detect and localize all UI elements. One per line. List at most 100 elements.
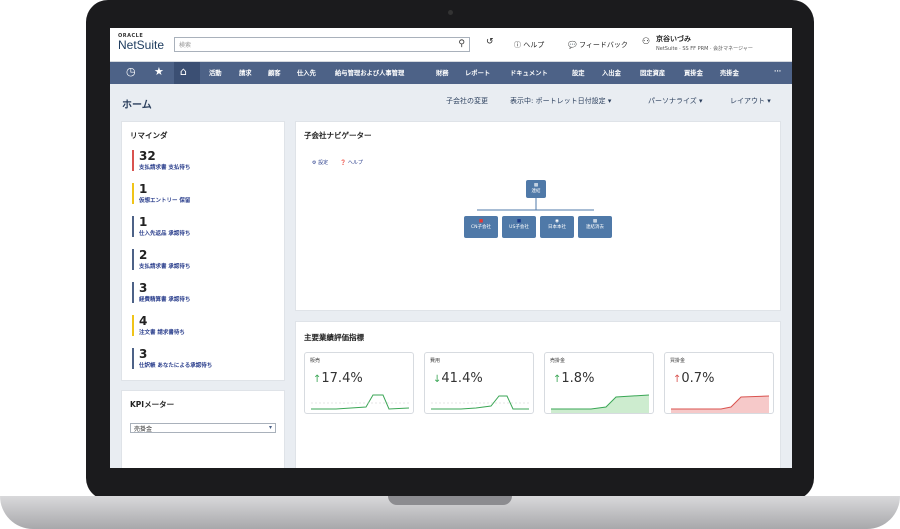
screen: ORACLE NetSuite 検索 ⚲ ↺ ⓘ ヘルプ 💬 フィードバック ⚇… <box>110 28 792 468</box>
nav-item-vendors[interactable]: 仕入先 <box>297 68 316 77</box>
kpi-meter-select[interactable]: 売掛金 ▾ <box>130 423 276 433</box>
personalize-label: パーソナライズ <box>648 97 697 105</box>
home-tab-highlight <box>174 62 200 84</box>
reminder-label: 経費精算書 承認待ち <box>139 297 191 303</box>
reminder-label: 支払請求書 支払待ち <box>139 165 191 171</box>
settings-link[interactable]: ⚙ 設定 <box>312 159 328 166</box>
change-subsidiary-link[interactable]: 子会社の変更 <box>446 96 488 106</box>
kpi-card-sales[interactable]: 販売 ↑17.4% <box>304 352 414 414</box>
feedback-link[interactable]: 💬 フィードバック <box>568 40 628 50</box>
reminder-count: 3 <box>139 281 148 295</box>
kpi-card-value-text: 41.4% <box>441 371 483 386</box>
help-small-label: ヘルプ <box>347 160 363 166</box>
layout-link[interactable]: レイアウト ▾ <box>730 96 771 106</box>
sparkline-receivables <box>551 394 649 413</box>
search-input[interactable]: 検索 ⚲ <box>174 37 470 52</box>
reminder-item[interactable]: 1 仕入先返品 承認待ち <box>132 216 242 237</box>
favorites-star-icon[interactable]: ★ <box>154 65 164 78</box>
reminder-item[interactable]: 1 仮想エントリー 保留 <box>132 183 242 204</box>
portlet-date-setting-label: 表示中: ポートレット日付設定 <box>510 97 606 105</box>
org-node-label: 連結消去 <box>586 225 604 230</box>
nav-item-setup[interactable]: 設定 <box>572 68 585 77</box>
nav-item-financial[interactable]: 財務 <box>436 68 449 77</box>
nav-item-cash[interactable]: 入出金 <box>602 68 621 77</box>
personalize-link[interactable]: パーソナライズ ▾ <box>648 96 703 106</box>
nav-item-payroll-hr[interactable]: 給与管理および人事管理 <box>335 68 404 77</box>
feedback-label: フィードバック <box>578 41 628 49</box>
top-bar: ORACLE NetSuite 検索 ⚲ ↺ ⓘ ヘルプ 💬 フィードバック ⚇… <box>110 28 792 62</box>
kpi-card-payables[interactable]: 買掛金 ↑0.7% <box>664 352 774 414</box>
reminder-item[interactable]: 32 支払請求書 支払待ち <box>132 150 242 171</box>
org-node-elimination[interactable]: ▩ 連結消去 <box>578 216 612 238</box>
user-role: NetSuite · SS FF PRM · 会計マネージャー <box>656 46 753 52</box>
user-switch-icon[interactable]: ⚇ <box>642 37 650 47</box>
portlet-date-setting-link[interactable]: 表示中: ポートレット日付設定 ▾ <box>510 96 611 106</box>
org-node-label: CN子会社 <box>470 225 491 230</box>
logo-netsuite: NetSuite <box>118 38 165 52</box>
page-title: ホーム <box>122 100 152 111</box>
nav-item-customers[interactable]: 顧客 <box>268 68 281 77</box>
org-node-jp[interactable]: ◉ 日本本社 <box>540 216 574 238</box>
kpi-card-label: 買掛金 <box>670 358 686 364</box>
nav-item-reports[interactable]: レポート <box>465 68 490 77</box>
kpi-card-value-text: 1.8% <box>561 371 595 386</box>
reminders-portlet: リマインダ 32 支払請求書 支払待ち 1 仮想エントリー 保留 1 仕入先返品… <box>121 121 285 381</box>
kpi-card-label: 販売 <box>310 358 321 364</box>
recent-records-icon[interactable]: ◷ <box>126 65 136 78</box>
help-link-small[interactable]: ❓ ヘルプ <box>340 159 363 166</box>
subsidiary-navigator-portlet: 子会社ナビゲーター ⚙ 設定 ❓ ヘルプ ▩ 連結 ■ CN子会社 ■ US子会… <box>295 121 781 311</box>
reminder-item[interactable]: 2 支払請求書 承認待ち <box>132 249 242 270</box>
reminder-label: 仕訳帳 あなたによる承認待ち <box>139 363 213 369</box>
nav-item-receivables[interactable]: 売掛金 <box>720 68 739 77</box>
kpi-card-expenses[interactable]: 費用 ↓41.4% <box>424 352 534 414</box>
reminder-item[interactable]: 3 仕訳帳 あなたによる承認待ち <box>132 348 242 369</box>
reminder-count: 32 <box>139 149 156 163</box>
org-node-label: US子会社 <box>509 225 529 230</box>
kpi-meter-select-value: 売掛金 <box>134 426 153 433</box>
settings-label: 設定 <box>318 160 329 166</box>
kpi-card-value: ↑0.7% <box>673 371 714 386</box>
org-node-label: 日本本社 <box>548 225 566 230</box>
reminder-count: 1 <box>139 215 148 229</box>
page-header: ホーム 子会社の変更 表示中: ポートレット日付設定 ▾ パーソナライズ ▾ レ… <box>110 84 792 114</box>
gear-icon: ⚙ <box>312 160 317 166</box>
kpi-card-label: 売掛金 <box>550 358 566 364</box>
reminders-title: リマインダ <box>130 131 168 140</box>
search-placeholder: 検索 <box>179 42 192 49</box>
search-icon[interactable]: ⚲ <box>458 39 465 49</box>
home-icon[interactable]: ⌂ <box>180 65 187 78</box>
kpi-card-receivables[interactable]: 売掛金 ↑1.8% <box>544 352 654 414</box>
reminder-label: 仮想エントリー 保留 <box>139 198 191 204</box>
user-name: 京谷いづみ <box>656 35 691 43</box>
kpi-title: 主要業績評価指標 <box>304 333 364 342</box>
kpi-card-value: ↑1.8% <box>553 371 594 386</box>
nav-item-documents[interactable]: ドキュメント <box>510 68 548 77</box>
layout-label: レイアウト <box>730 97 765 105</box>
sparkline-sales <box>311 394 409 410</box>
reminder-item[interactable]: 3 経費精算書 承認待ち <box>132 282 242 303</box>
org-node-root[interactable]: ▩ 連結 <box>526 180 546 198</box>
help-link[interactable]: ⓘ ヘルプ <box>514 40 544 50</box>
recent-icon[interactable]: ↺ <box>486 37 494 47</box>
org-node-cn[interactable]: ■ CN子会社 <box>464 216 498 238</box>
laptop-notch <box>388 496 512 505</box>
kpi-card-value-text: 17.4% <box>321 371 363 386</box>
help-label: ヘルプ <box>523 41 545 49</box>
reminder-count: 3 <box>139 347 148 361</box>
user-menu[interactable]: 京谷いづみ NetSuite · SS FF PRM · 会計マネージャー <box>656 34 753 52</box>
kpi-card-value: ↑17.4% <box>313 371 363 386</box>
org-node-us[interactable]: ■ US子会社 <box>502 216 536 238</box>
reminder-item[interactable]: 4 注文書 請求書待ち <box>132 315 242 336</box>
nav-item-fixed-assets[interactable]: 固定資産 <box>640 68 665 77</box>
help-icon: ❓ <box>340 160 347 166</box>
nav-more-button[interactable]: ··· <box>774 68 781 75</box>
kpi-card-value: ↓41.4% <box>433 371 483 386</box>
reminder-label: 支払請求書 承認待ち <box>139 264 191 270</box>
reminder-count: 4 <box>139 314 148 328</box>
netsuite-logo[interactable]: ORACLE NetSuite <box>118 33 178 51</box>
nav-item-payables[interactable]: 買掛金 <box>684 68 703 77</box>
nav-item-activities[interactable]: 活動 <box>209 68 222 77</box>
reminder-label: 注文書 請求書待ち <box>139 330 185 336</box>
org-node-root-label: 連結 <box>531 189 541 194</box>
nav-item-billing[interactable]: 請求 <box>239 68 252 77</box>
